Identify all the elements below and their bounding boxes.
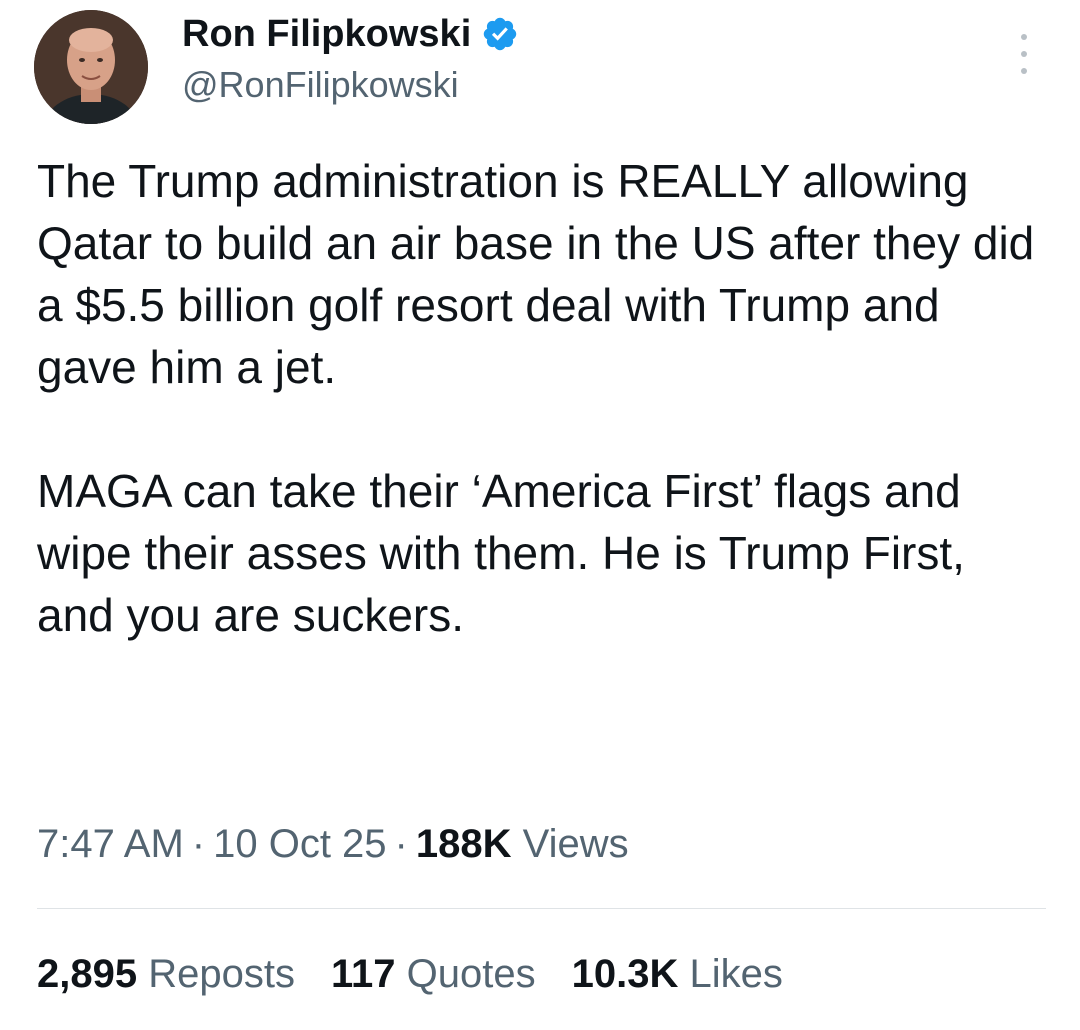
quotes-label: Quotes bbox=[406, 952, 536, 996]
tweet-time[interactable]: 7:47 AM bbox=[37, 822, 184, 866]
more-options-icon[interactable] bbox=[1006, 34, 1042, 74]
reposts-stat[interactable]: 2,895 Reposts bbox=[37, 948, 295, 1000]
display-name-row: Ron Filipkowski bbox=[182, 10, 519, 58]
quotes-stat[interactable]: 117 Quotes bbox=[331, 948, 536, 1000]
divider bbox=[37, 908, 1046, 909]
more-dot bbox=[1021, 51, 1027, 57]
meta-separator: · bbox=[394, 822, 408, 866]
likes-label: Likes bbox=[689, 952, 783, 996]
views-count: 188K bbox=[415, 822, 512, 866]
more-dot bbox=[1021, 68, 1027, 74]
reposts-label: Reposts bbox=[148, 952, 295, 996]
display-name[interactable]: Ron Filipkowski bbox=[182, 10, 471, 58]
verified-badge-icon bbox=[481, 15, 519, 53]
quotes-count: 117 bbox=[330, 952, 396, 996]
likes-stat[interactable]: 10.3K Likes bbox=[572, 948, 783, 1000]
tweet-text: The Trump administration is REALLY allow… bbox=[37, 150, 1047, 646]
avatar[interactable] bbox=[34, 10, 148, 124]
author-handle[interactable]: @RonFilipkowski bbox=[182, 62, 519, 108]
avatar-image bbox=[34, 10, 148, 124]
views-label: Views bbox=[522, 822, 629, 866]
tweet-meta: 7:47 AM · 10 Oct 25 · 188K Views bbox=[37, 818, 629, 870]
engagement-stats: 2,895 Reposts 117 Quotes 10.3K Likes bbox=[37, 948, 819, 1000]
author-block: Ron Filipkowski @RonFilipkowski bbox=[182, 10, 519, 108]
meta-separator: · bbox=[191, 822, 206, 866]
more-dot bbox=[1021, 34, 1027, 40]
tweet-date[interactable]: 10 Oct 25 bbox=[213, 822, 386, 866]
tweet-card: Ron Filipkowski @RonFilipkowski The Trum… bbox=[0, 0, 1080, 1030]
reposts-count: 2,895 bbox=[37, 952, 138, 996]
tweet-paragraph: MAGA can take their ‘America First’ flag… bbox=[37, 465, 965, 641]
tweet-paragraph: The Trump administration is REALLY allow… bbox=[37, 155, 1035, 393]
likes-count: 10.3K bbox=[571, 952, 679, 996]
